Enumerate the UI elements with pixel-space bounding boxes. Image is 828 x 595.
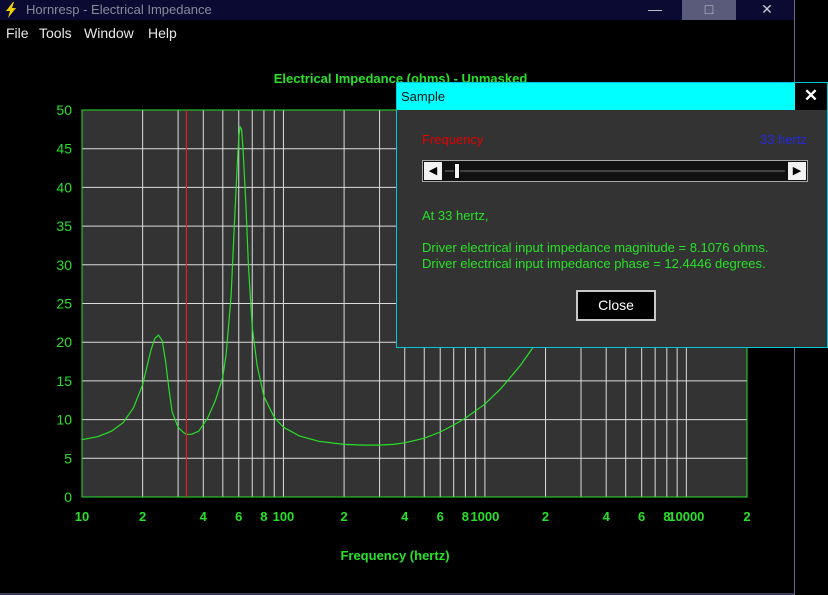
x-tick-label: 6: [638, 509, 645, 524]
x-tick-label: 2: [340, 509, 347, 524]
x-tick-label: 6: [235, 509, 242, 524]
dialog-close-icon[interactable]: ✕: [795, 83, 827, 110]
x-tick-label: 4: [603, 509, 611, 524]
impedance-phase-text: Driver electrical input impedance phase …: [422, 256, 766, 271]
menu-file[interactable]: File: [6, 25, 29, 41]
x-tick-label: 8: [462, 509, 469, 524]
x-axis-label: Frequency (hertz): [340, 548, 449, 563]
menu-tools[interactable]: Tools: [39, 25, 72, 41]
y-tick-label: 25: [56, 296, 72, 312]
y-tick-label: 20: [56, 334, 72, 350]
lightning-icon: [6, 2, 16, 18]
x-tick-label: 1000: [470, 509, 499, 524]
window-title: Hornresp - Electrical Impedance: [26, 2, 212, 17]
frequency-slider[interactable]: ◀ ▶: [422, 160, 808, 182]
y-tick-label: 15: [56, 373, 72, 389]
close-button[interactable]: Close: [576, 290, 656, 321]
frequency-value: 33 hertz: [760, 132, 807, 147]
x-tick-label: 100: [273, 509, 295, 524]
x-tick-label: 4: [401, 509, 409, 524]
menu-bar: File Tools Window Help: [0, 20, 794, 46]
y-tick-label: 5: [64, 450, 72, 466]
y-tick-label: 10: [56, 412, 72, 428]
impedance-magnitude-text: Driver electrical input impedance magnit…: [422, 240, 769, 255]
x-tick-label: 6: [437, 509, 444, 524]
y-tick-label: 0: [64, 489, 72, 505]
frequency-label: Frequency: [422, 132, 484, 147]
slider-track[interactable]: [445, 170, 785, 172]
slider-left-arrow-icon[interactable]: ◀: [424, 162, 442, 180]
slider-right-arrow-icon[interactable]: ▶: [788, 162, 806, 180]
window-close-button[interactable]: ✕: [740, 0, 794, 20]
x-tick-label: 10000: [668, 509, 704, 524]
x-tick-label: 10: [75, 509, 89, 524]
x-tick-label: 2: [743, 509, 750, 524]
slider-thumb[interactable]: [454, 163, 461, 179]
y-tick-label: 40: [56, 179, 72, 195]
menu-help[interactable]: Help: [148, 25, 177, 41]
sample-dialog: Sample ✕ Frequency 33 hertz ◀ ▶ At 33 he…: [396, 82, 828, 348]
x-tick-label: 2: [542, 509, 549, 524]
y-tick-label: 30: [56, 257, 72, 273]
x-tick-label: 2: [139, 509, 146, 524]
x-tick-label: 8: [260, 509, 267, 524]
y-tick-label: 50: [56, 102, 72, 118]
y-tick-label: 35: [56, 218, 72, 234]
y-tick-label: 45: [56, 141, 72, 157]
title-bar: Hornresp - Electrical Impedance — □ ✕: [0, 0, 794, 20]
menu-window[interactable]: Window: [84, 25, 134, 41]
minimize-button[interactable]: —: [628, 0, 682, 20]
dialog-title: Sample: [401, 89, 446, 104]
maximize-button[interactable]: □: [682, 0, 736, 20]
dialog-title-bar: Sample ✕: [397, 83, 827, 110]
x-tick-label: 4: [200, 509, 208, 524]
at-frequency-text: At 33 hertz,: [422, 208, 489, 223]
